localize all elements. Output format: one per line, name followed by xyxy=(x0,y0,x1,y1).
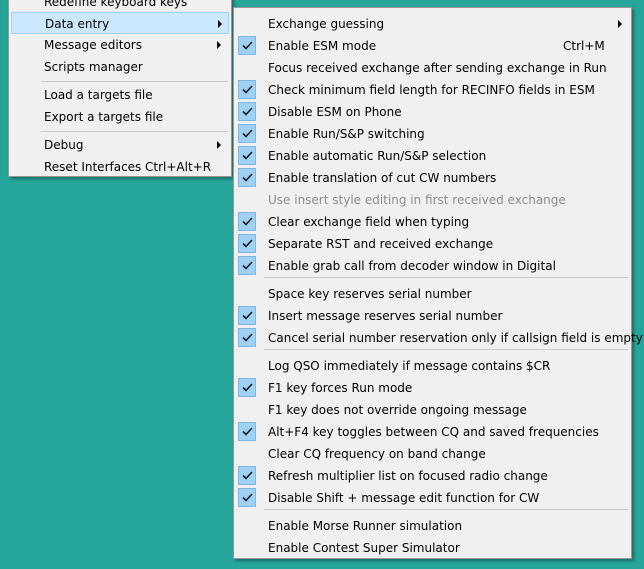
menu-item-label: Clear CQ frequency on band change xyxy=(268,447,486,461)
checkmark-icon xyxy=(238,306,256,325)
menu-item-load-targets-file[interactable]: Load a targets file xyxy=(9,84,231,106)
menu-item-use-insert-style-editing: Use insert style editing in first receiv… xyxy=(234,189,631,211)
menu-item-check-minimum-field-length[interactable]: Check minimum field length for RECINFO f… xyxy=(234,79,631,101)
menu-item-shortcut: Ctrl+M xyxy=(563,39,605,53)
submenu-arrow-icon xyxy=(217,141,221,149)
menu-item-enable-morse-runner-simulation[interactable]: Enable Morse Runner simulation xyxy=(234,515,631,537)
menu-item-label: Reset Interfaces xyxy=(44,160,142,174)
checkmark-icon xyxy=(238,466,256,485)
menu-separator xyxy=(264,509,628,510)
menu-item-insert-message-reserves-serial[interactable]: Insert message reserves serial number xyxy=(234,305,631,327)
menu-item-enable-contest-super-simulator[interactable]: Enable Contest Super Simulator xyxy=(234,537,631,559)
checkmark-icon xyxy=(238,328,256,347)
menu-item-enable-run-sp-switching[interactable]: Enable Run/S&P switching xyxy=(234,123,631,145)
checkmark-icon xyxy=(238,124,256,143)
menu-item-label: Cancel serial number reservation only if… xyxy=(268,331,643,345)
menu-item-label: Scripts manager xyxy=(44,60,143,74)
menu-item-label: Check minimum field length for RECINFO f… xyxy=(268,83,595,97)
menu-item-label: Refresh multiplier list on focused radio… xyxy=(268,469,548,483)
menu-item-enable-automatic-run-sp-selection[interactable]: Enable automatic Run/S&P selection xyxy=(234,145,631,167)
menu-item-exchange-guessing[interactable]: Exchange guessing xyxy=(234,13,631,35)
menu-item-message-editors[interactable]: Message editors xyxy=(9,34,231,56)
menu-item-label: Enable grab call from decoder window in … xyxy=(268,259,556,273)
checkmark-icon xyxy=(238,212,256,231)
menu-item-clear-cq-frequency-on-band-change[interactable]: Clear CQ frequency on band change xyxy=(234,443,631,465)
menu-item-reset-interfaces[interactable]: Reset Interfaces Ctrl+Alt+R xyxy=(9,156,231,178)
menu-item-label: Enable ESM mode xyxy=(268,39,377,53)
checkmark-icon xyxy=(238,488,256,507)
menu-item-shortcut: Ctrl+Alt+R xyxy=(145,160,212,174)
menu-item-export-targets-file[interactable]: Export a targets file xyxy=(9,106,231,128)
menu-item-label: Separate RST and received exchange xyxy=(268,237,494,251)
menu-item-f1-key-forces-run-mode[interactable]: F1 key forces Run mode xyxy=(234,377,631,399)
menu-item-disable-shift-message-edit[interactable]: Disable Shift + message edit function fo… xyxy=(234,487,631,509)
menu-item-label: Data entry xyxy=(45,17,110,31)
checkmark-icon xyxy=(238,168,256,187)
menu-item-log-qso-immediately[interactable]: Log QSO immediately if message contains … xyxy=(234,355,631,377)
menu-item-space-key-reserves-serial[interactable]: Space key reserves serial number xyxy=(234,283,631,305)
menu-item-disable-esm-on-phone[interactable]: Disable ESM on Phone xyxy=(234,101,631,123)
checkmark-icon xyxy=(238,102,256,121)
menu-item-enable-translation-cut-cw-numbers[interactable]: Enable translation of cut CW numbers xyxy=(234,167,631,189)
menu-item-cancel-serial-reservation[interactable]: Cancel serial number reservation only if… xyxy=(234,327,643,349)
menu-item-label: Insert message reserves serial number xyxy=(268,309,503,323)
menu-item-scripts-manager[interactable]: Scripts manager xyxy=(9,56,231,78)
menu-item-label: Message editors xyxy=(44,38,142,52)
menu-item-alt-f4-toggles-cq-saved[interactable]: Alt+F4 key toggles between CQ and saved … xyxy=(234,421,631,443)
menu-item-label: Log QSO immediately if message contains … xyxy=(268,359,551,373)
menu-item-f1-key-does-not-override[interactable]: F1 key does not override ongoing message xyxy=(234,399,631,421)
checkmark-icon xyxy=(238,146,256,165)
menu-item-label: Focus received exchange after sending ex… xyxy=(268,61,607,75)
menu-separator xyxy=(264,277,628,278)
menu-item-debug[interactable]: Debug xyxy=(9,134,231,156)
menu-item-label: Redefine keyboard keys xyxy=(44,0,188,9)
menu-item-label: Enable automatic Run/S&P selection xyxy=(268,149,487,163)
menu-item-label: Enable Run/S&P switching xyxy=(268,127,425,141)
data-entry-submenu: Exchange guessing Enable ESM mode Ctrl+M Fo… xyxy=(233,7,643,559)
parent-context-menu: Redefine keyboard keys Data entry Messag… xyxy=(8,0,232,177)
menu-item-focus-received-exchange[interactable]: Focus received exchange after sending ex… xyxy=(234,57,631,79)
menu-item-label: Disable ESM on Phone xyxy=(268,105,402,119)
menu-item-label: Enable translation of cut CW numbers xyxy=(268,171,497,185)
checkmark-icon xyxy=(238,378,256,397)
checkmark-icon xyxy=(238,234,256,253)
menu-item-enable-grab-call-from-decoder[interactable]: Enable grab call from decoder window in … xyxy=(234,255,631,277)
menu-item-label: Debug xyxy=(44,138,84,152)
menu-item-label: Export a targets file xyxy=(44,110,164,124)
menu-separator xyxy=(41,131,228,132)
menu-separator xyxy=(264,349,628,350)
checkmark-icon xyxy=(238,36,256,55)
menu-item-label: Load a targets file xyxy=(44,88,153,102)
menu-separator xyxy=(41,81,228,82)
menu-item-label: F1 key does not override ongoing message xyxy=(268,403,527,417)
checkmark-icon xyxy=(238,256,256,275)
submenu-arrow-icon xyxy=(217,41,221,49)
menu-item-label: Disable Shift + message edit function fo… xyxy=(268,491,540,505)
menu-item-label: Use insert style editing in first receiv… xyxy=(268,193,566,207)
menu-item-label: Alt+F4 key toggles between CQ and saved … xyxy=(268,425,599,439)
menu-item-label: Space key reserves serial number xyxy=(268,287,472,301)
menu-item-label: Exchange guessing xyxy=(268,17,385,31)
menu-item-clear-exchange-field-when-typing[interactable]: Clear exchange field when typing xyxy=(234,211,631,233)
menu-item-enable-esm-mode[interactable]: Enable ESM mode Ctrl+M xyxy=(234,35,631,57)
menu-item-label: Clear exchange field when typing xyxy=(268,215,470,229)
menu-item-refresh-multiplier-list[interactable]: Refresh multiplier list on focused radio… xyxy=(234,465,631,487)
checkmark-icon xyxy=(238,80,256,99)
checkmark-icon xyxy=(238,422,256,441)
menu-item-label: Enable Contest Super Simulator xyxy=(268,541,460,555)
submenu-arrow-icon xyxy=(218,20,222,28)
menu-item-data-entry[interactable]: Data entry xyxy=(11,12,229,34)
menu-item-separate-rst-and-received-exchange[interactable]: Separate RST and received exchange xyxy=(234,233,631,255)
menu-item-label: F1 key forces Run mode xyxy=(268,381,413,395)
menu-item-label: Enable Morse Runner simulation xyxy=(268,519,463,533)
submenu-arrow-icon xyxy=(618,20,622,28)
